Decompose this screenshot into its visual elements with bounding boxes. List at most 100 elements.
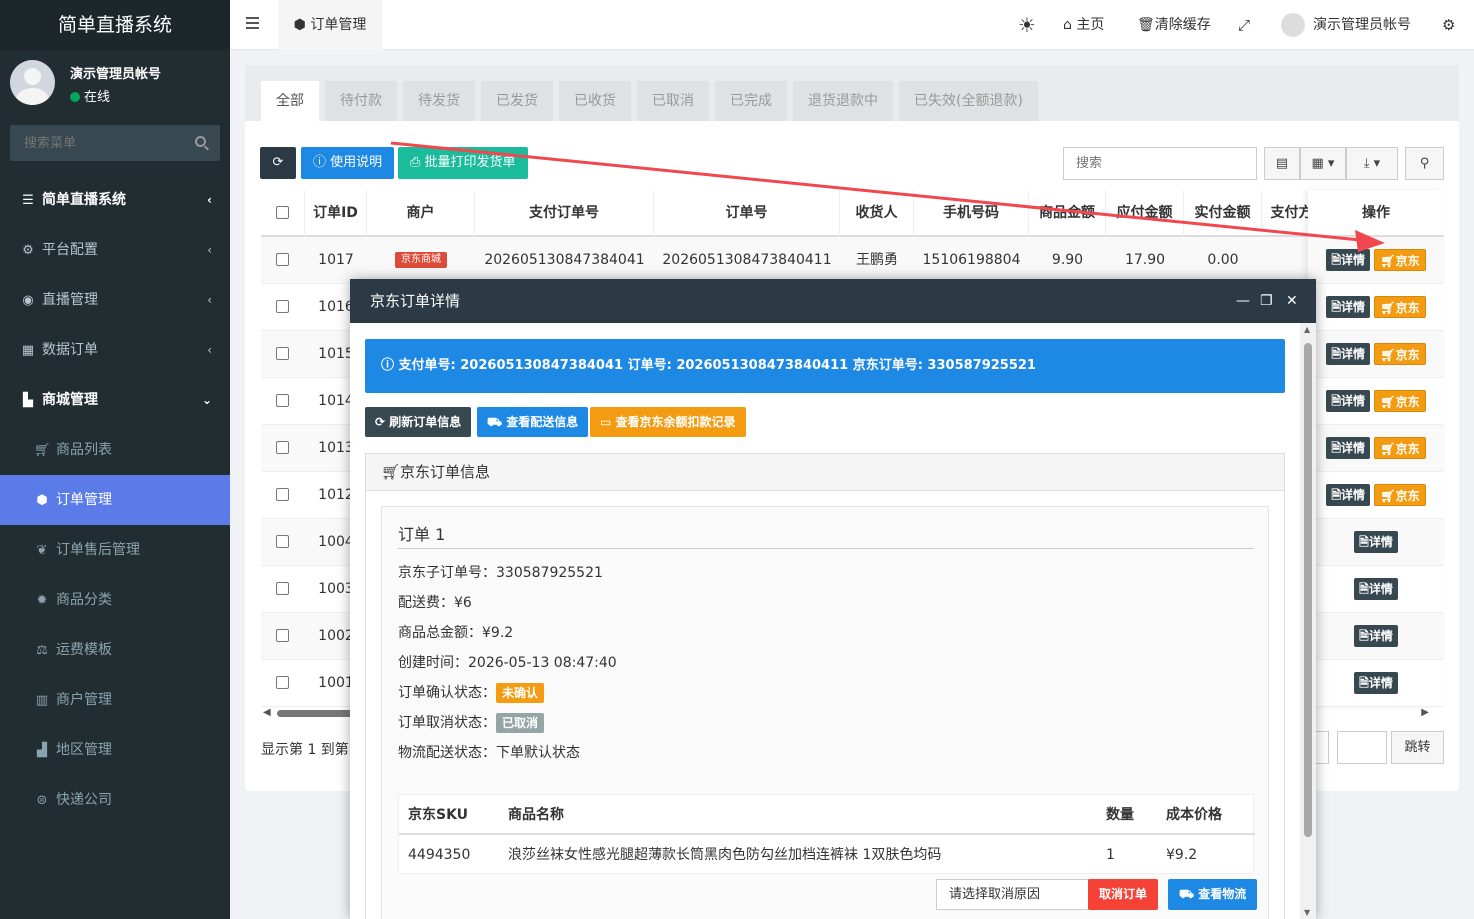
user-menu[interactable]: 演示管理员帐号 — [1281, 0, 1411, 50]
modal-scroll-thumb[interactable] — [1304, 343, 1312, 837]
tab-all[interactable]: 全部 — [261, 81, 319, 121]
sidebar-item-merchants[interactable]: ▥ 商户管理 — [0, 675, 230, 725]
tab-expired[interactable]: 已失效(全额退款) — [899, 81, 1038, 121]
row-checkbox[interactable] — [276, 253, 289, 266]
refresh-button[interactable]: ⟳ — [260, 147, 296, 179]
sidebar-item-regions[interactable]: ▟ 地区管理 — [0, 725, 230, 775]
sidebar-item-after-sales[interactable]: ❦ 订单售后管理 — [0, 525, 230, 575]
tab-completed[interactable]: 已完成 — [715, 81, 787, 121]
scroll-thumb[interactable] — [277, 710, 357, 717]
sidebar-item-orders[interactable]: ⬢ 订单管理 — [0, 475, 230, 525]
jd-button[interactable]: 🛒︎京东 — [1374, 343, 1426, 365]
row-checkbox[interactable] — [276, 300, 289, 313]
jd-button[interactable]: 🛒︎京东 — [1374, 296, 1426, 318]
scroll-down-icon[interactable]: ▼ — [1304, 908, 1310, 917]
tab-refunding[interactable]: 退货退款中 — [793, 81, 893, 121]
tab-pending-payment[interactable]: 待付款 — [325, 81, 397, 121]
detail-button[interactable]: 🗎︎详情 — [1354, 625, 1398, 647]
view-balance-button[interactable]: ▭ 查看京东余额扣款记录 — [590, 407, 746, 437]
row-checkbox[interactable] — [276, 676, 289, 689]
row-checkbox[interactable] — [276, 347, 289, 360]
clear-cache-link[interactable]: 🗑︎清除缓存 — [1137, 0, 1211, 50]
jump-button[interactable]: 跳转 — [1391, 731, 1444, 764]
row-checkbox[interactable] — [276, 535, 289, 548]
help-button[interactable]: ⓘ 使用说明 — [301, 147, 395, 179]
toggle-view-icon[interactable]: ▤ — [1264, 147, 1300, 180]
scroll-right-icon[interactable]: ▶ — [1421, 707, 1429, 718]
menu-search — [10, 125, 220, 161]
user-name: 演示管理员帐号 — [70, 67, 162, 82]
sidebar-item-platform[interactable]: ⚙ 平台配置 ‹ — [0, 225, 230, 275]
tab-pending-shipment[interactable]: 待发货 — [403, 81, 475, 121]
tab-orders[interactable]: ⬢ 订单管理 — [278, 0, 382, 50]
settings-gears-icon[interactable]: ⚙ — [1442, 0, 1455, 50]
refresh-icon: ⟳ — [375, 415, 390, 429]
scroll-up-icon[interactable]: ▲ — [1304, 325, 1310, 334]
cancel-order-button[interactable]: 取消订单 — [1088, 879, 1159, 910]
fullscreen-icon[interactable]: ⤢ — [1238, 0, 1250, 50]
batch-print-button[interactable]: ⎙ 批量打印发货单 — [398, 147, 528, 179]
row-checkbox[interactable] — [276, 441, 289, 454]
tab-shipped[interactable]: 已发货 — [481, 81, 553, 121]
sidebar-item-system[interactable]: ☰ 简单直播系统 ‹ — [0, 175, 230, 225]
cell-payable: 17.90 — [1124, 252, 1166, 268]
menu-search-input[interactable] — [10, 125, 180, 161]
detail-button[interactable]: 🗎︎详情 — [1354, 531, 1398, 553]
view-delivery-button[interactable]: ⛟ 查看配送信息 — [477, 407, 589, 437]
sidebar-item-couriers[interactable]: ⊜ 快递公司 — [0, 775, 230, 825]
jump-page-input[interactable] — [1337, 731, 1387, 764]
jd-button[interactable]: 🛒︎京东 — [1374, 390, 1426, 412]
detail-button[interactable]: 🗎︎详情 — [1326, 249, 1370, 271]
order-info-alert: ⓘ 支付单号: 202605130847384041 订单号: 20260513… — [365, 339, 1285, 393]
select-all-cell — [261, 190, 305, 236]
modal-body: ⓘ 支付单号: 202605130847384041 订单号: 20260513… — [350, 323, 1300, 919]
jd-button[interactable]: 🛒︎京东 — [1374, 484, 1426, 506]
scroll-left-icon[interactable]: ◀ — [263, 707, 271, 718]
refresh-order-button[interactable]: ⟳ 刷新订单信息 — [365, 407, 472, 437]
row-checkbox[interactable] — [276, 629, 289, 642]
close-icon[interactable]: ✕ — [1286, 279, 1298, 323]
sidebar-item-shipping-template[interactable]: ⚖ 运费模板 — [0, 625, 230, 675]
select-all-checkbox[interactable] — [276, 206, 289, 219]
sidebar-item-mall[interactable]: ▙ 商城管理 ⌄ — [0, 375, 230, 425]
tab-received[interactable]: 已收货 — [559, 81, 631, 121]
row-checkbox[interactable] — [276, 394, 289, 407]
action-cell: 🗎︎详情 🛒︎京东 — [1308, 378, 1444, 425]
jd-button[interactable]: 🛒︎京东 — [1374, 249, 1426, 271]
modal-scrollbar[interactable]: ▲ ▼ — [1300, 323, 1316, 919]
view-logistics-button[interactable]: ⛟ 查看物流 — [1168, 879, 1258, 910]
tab-cancelled[interactable]: 已取消 — [637, 81, 709, 121]
detail-button[interactable]: 🗎︎详情 — [1354, 578, 1398, 600]
row-checkbox[interactable] — [276, 582, 289, 595]
detail-button[interactable]: 🗎︎详情 — [1326, 484, 1370, 506]
col-qty: 数量 — [1106, 807, 1134, 823]
cell-paid: 0.00 — [1207, 252, 1239, 268]
detail-button[interactable]: 🗎︎详情 — [1326, 296, 1370, 318]
detail-button[interactable]: 🗎︎详情 — [1354, 672, 1398, 694]
table-search-input[interactable] — [1063, 147, 1257, 180]
detail-button[interactable]: 🗎︎详情 — [1326, 390, 1370, 412]
export-dropdown-icon[interactable]: ⤓ ▾ — [1346, 147, 1398, 180]
detail-button[interactable]: 🗎︎详情 — [1326, 437, 1370, 459]
home-link[interactable]: ⌂ 主页 — [1063, 0, 1104, 50]
columns-dropdown-icon[interactable]: ▦ ▾ — [1300, 147, 1346, 180]
sidebar-item-data-orders[interactable]: ▦ 数据订单 ‹ — [0, 325, 230, 375]
panel-header: 🛒︎京东订单信息 — [366, 454, 1284, 491]
sidebar-item-categories[interactable]: ✹ 商品分类 — [0, 575, 230, 625]
row-checkbox[interactable] — [276, 488, 289, 501]
sidebar-item-live[interactable]: ◉ 直播管理 ‹ — [0, 275, 230, 325]
document-icon: 🗎︎ — [1359, 535, 1369, 549]
item-qty: 1 — [1106, 847, 1115, 863]
menu-toggle-icon[interactable] — [246, 17, 259, 29]
sidebar-item-products[interactable]: 🛒︎ 商品列表 — [0, 425, 230, 475]
item-sku: 4494350 — [408, 847, 471, 863]
theme-sun-icon[interactable]: ☀ — [1018, 0, 1036, 50]
minimize-icon[interactable]: — — [1236, 279, 1250, 323]
jd-button[interactable]: 🛒︎京东 — [1374, 437, 1426, 459]
online-dot-icon — [70, 92, 80, 102]
detail-button[interactable]: 🗎︎详情 — [1326, 343, 1370, 365]
search-icon[interactable]: ⚲ — [1405, 147, 1444, 180]
cell-goods-amount: 9.90 — [1051, 252, 1084, 268]
search-icon[interactable] — [195, 136, 206, 147]
maximize-icon[interactable]: ❐ — [1260, 279, 1273, 323]
